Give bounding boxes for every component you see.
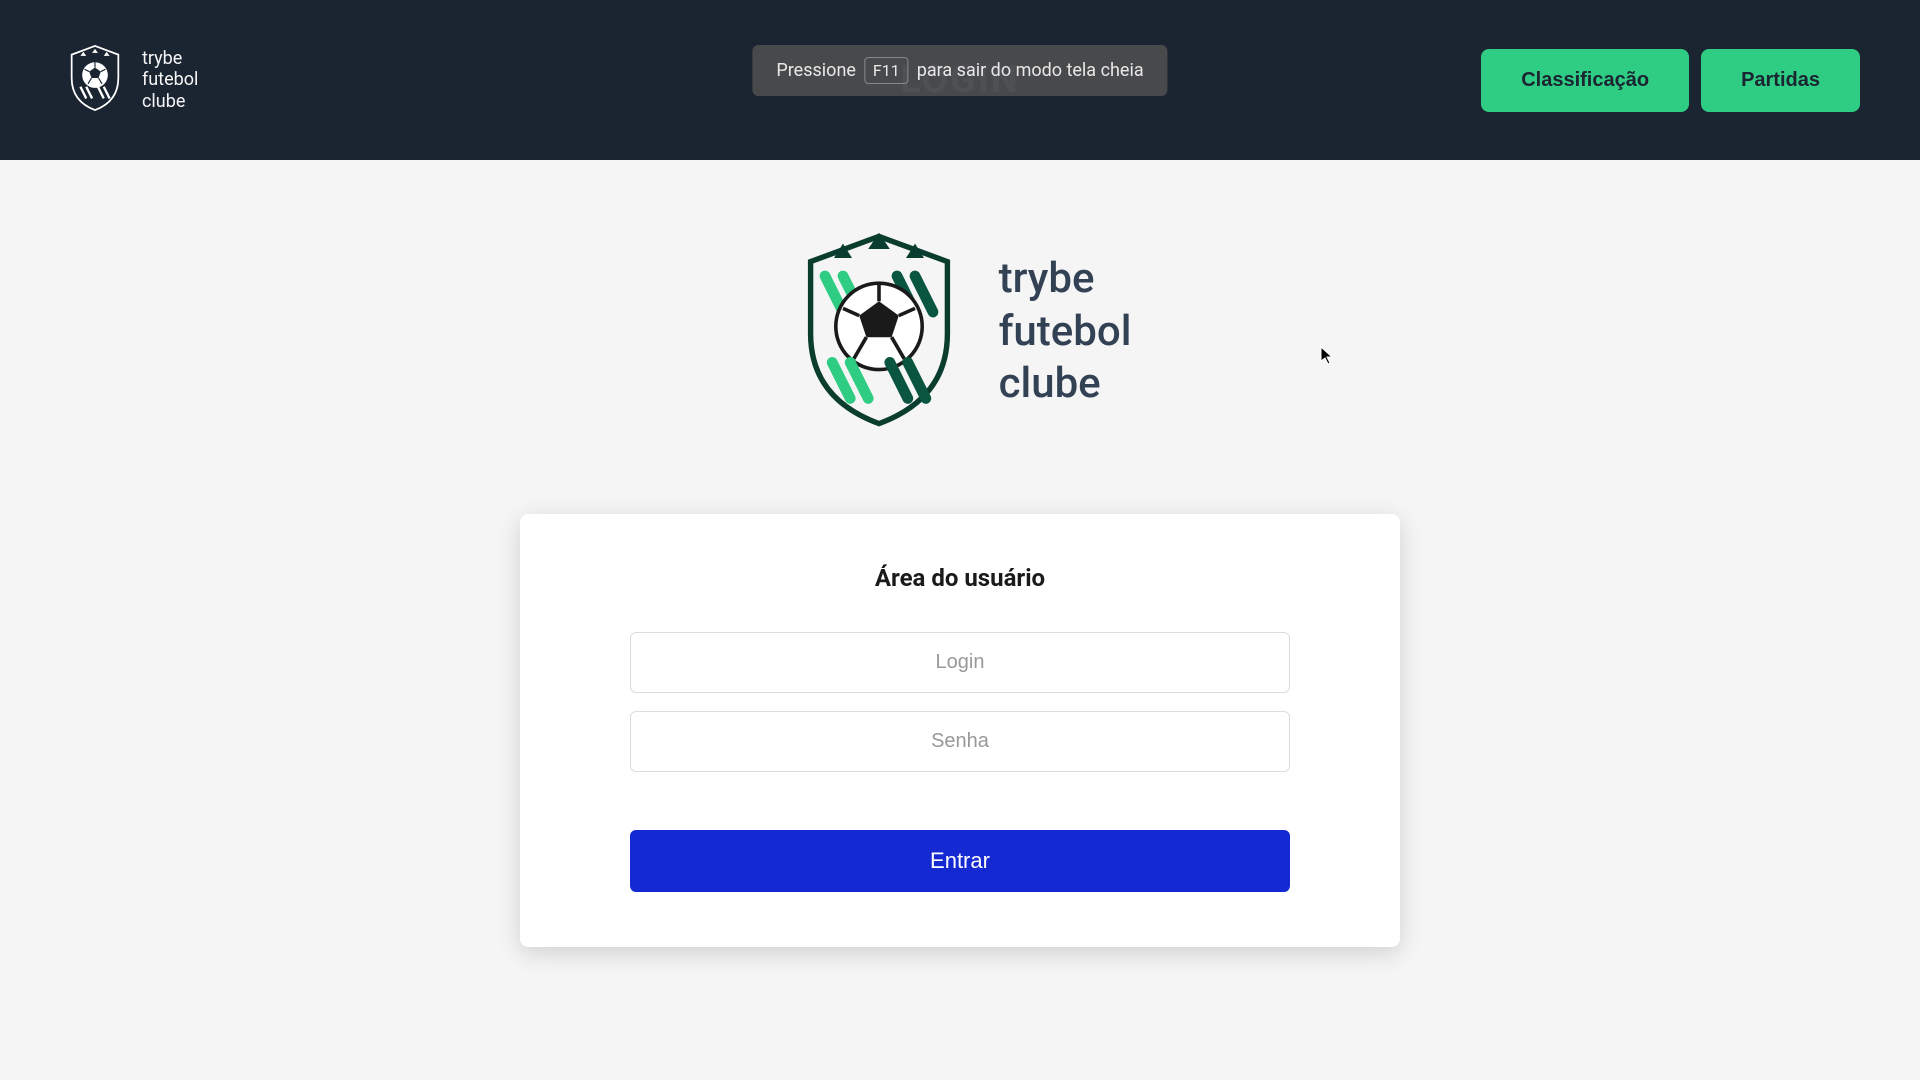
logo-large: trybe futebol clube <box>789 220 1132 444</box>
login-input[interactable] <box>630 632 1290 693</box>
login-card: Área do usuário Entrar <box>520 514 1400 947</box>
logo-small: trybe futebol clube <box>60 43 198 117</box>
card-title: Área do usuário <box>875 564 1045 592</box>
key-hint: F11 <box>864 57 909 84</box>
submit-button[interactable]: Entrar <box>630 830 1290 892</box>
notice-text-before: Pressione <box>776 60 856 81</box>
shield-ball-icon <box>789 220 969 444</box>
brand-line: trybe <box>999 253 1132 306</box>
logo-small-text: trybe futebol clube <box>142 48 198 113</box>
brand-line: futebol <box>999 306 1132 359</box>
brand-line: trybe <box>142 48 198 70</box>
notice-text-after: para sair do modo tela cheia <box>917 60 1144 81</box>
shield-ball-icon <box>60 43 130 117</box>
password-input[interactable] <box>630 711 1290 772</box>
main-content: trybe futebol clube Área do usuário Entr… <box>0 160 1920 947</box>
brand-line: clube <box>999 358 1132 411</box>
classificacao-button[interactable]: Classificação <box>1481 49 1689 112</box>
logo-large-text: trybe futebol clube <box>999 253 1132 411</box>
partidas-button[interactable]: Partidas <box>1701 49 1860 112</box>
fullscreen-exit-notice: Pressione F11 para sair do modo tela che… <box>752 45 1167 96</box>
cursor-icon <box>1320 346 1334 366</box>
nav-buttons: Classificação Partidas <box>1481 49 1860 112</box>
brand-line: clube <box>142 91 198 113</box>
brand-line: futebol <box>142 69 198 91</box>
